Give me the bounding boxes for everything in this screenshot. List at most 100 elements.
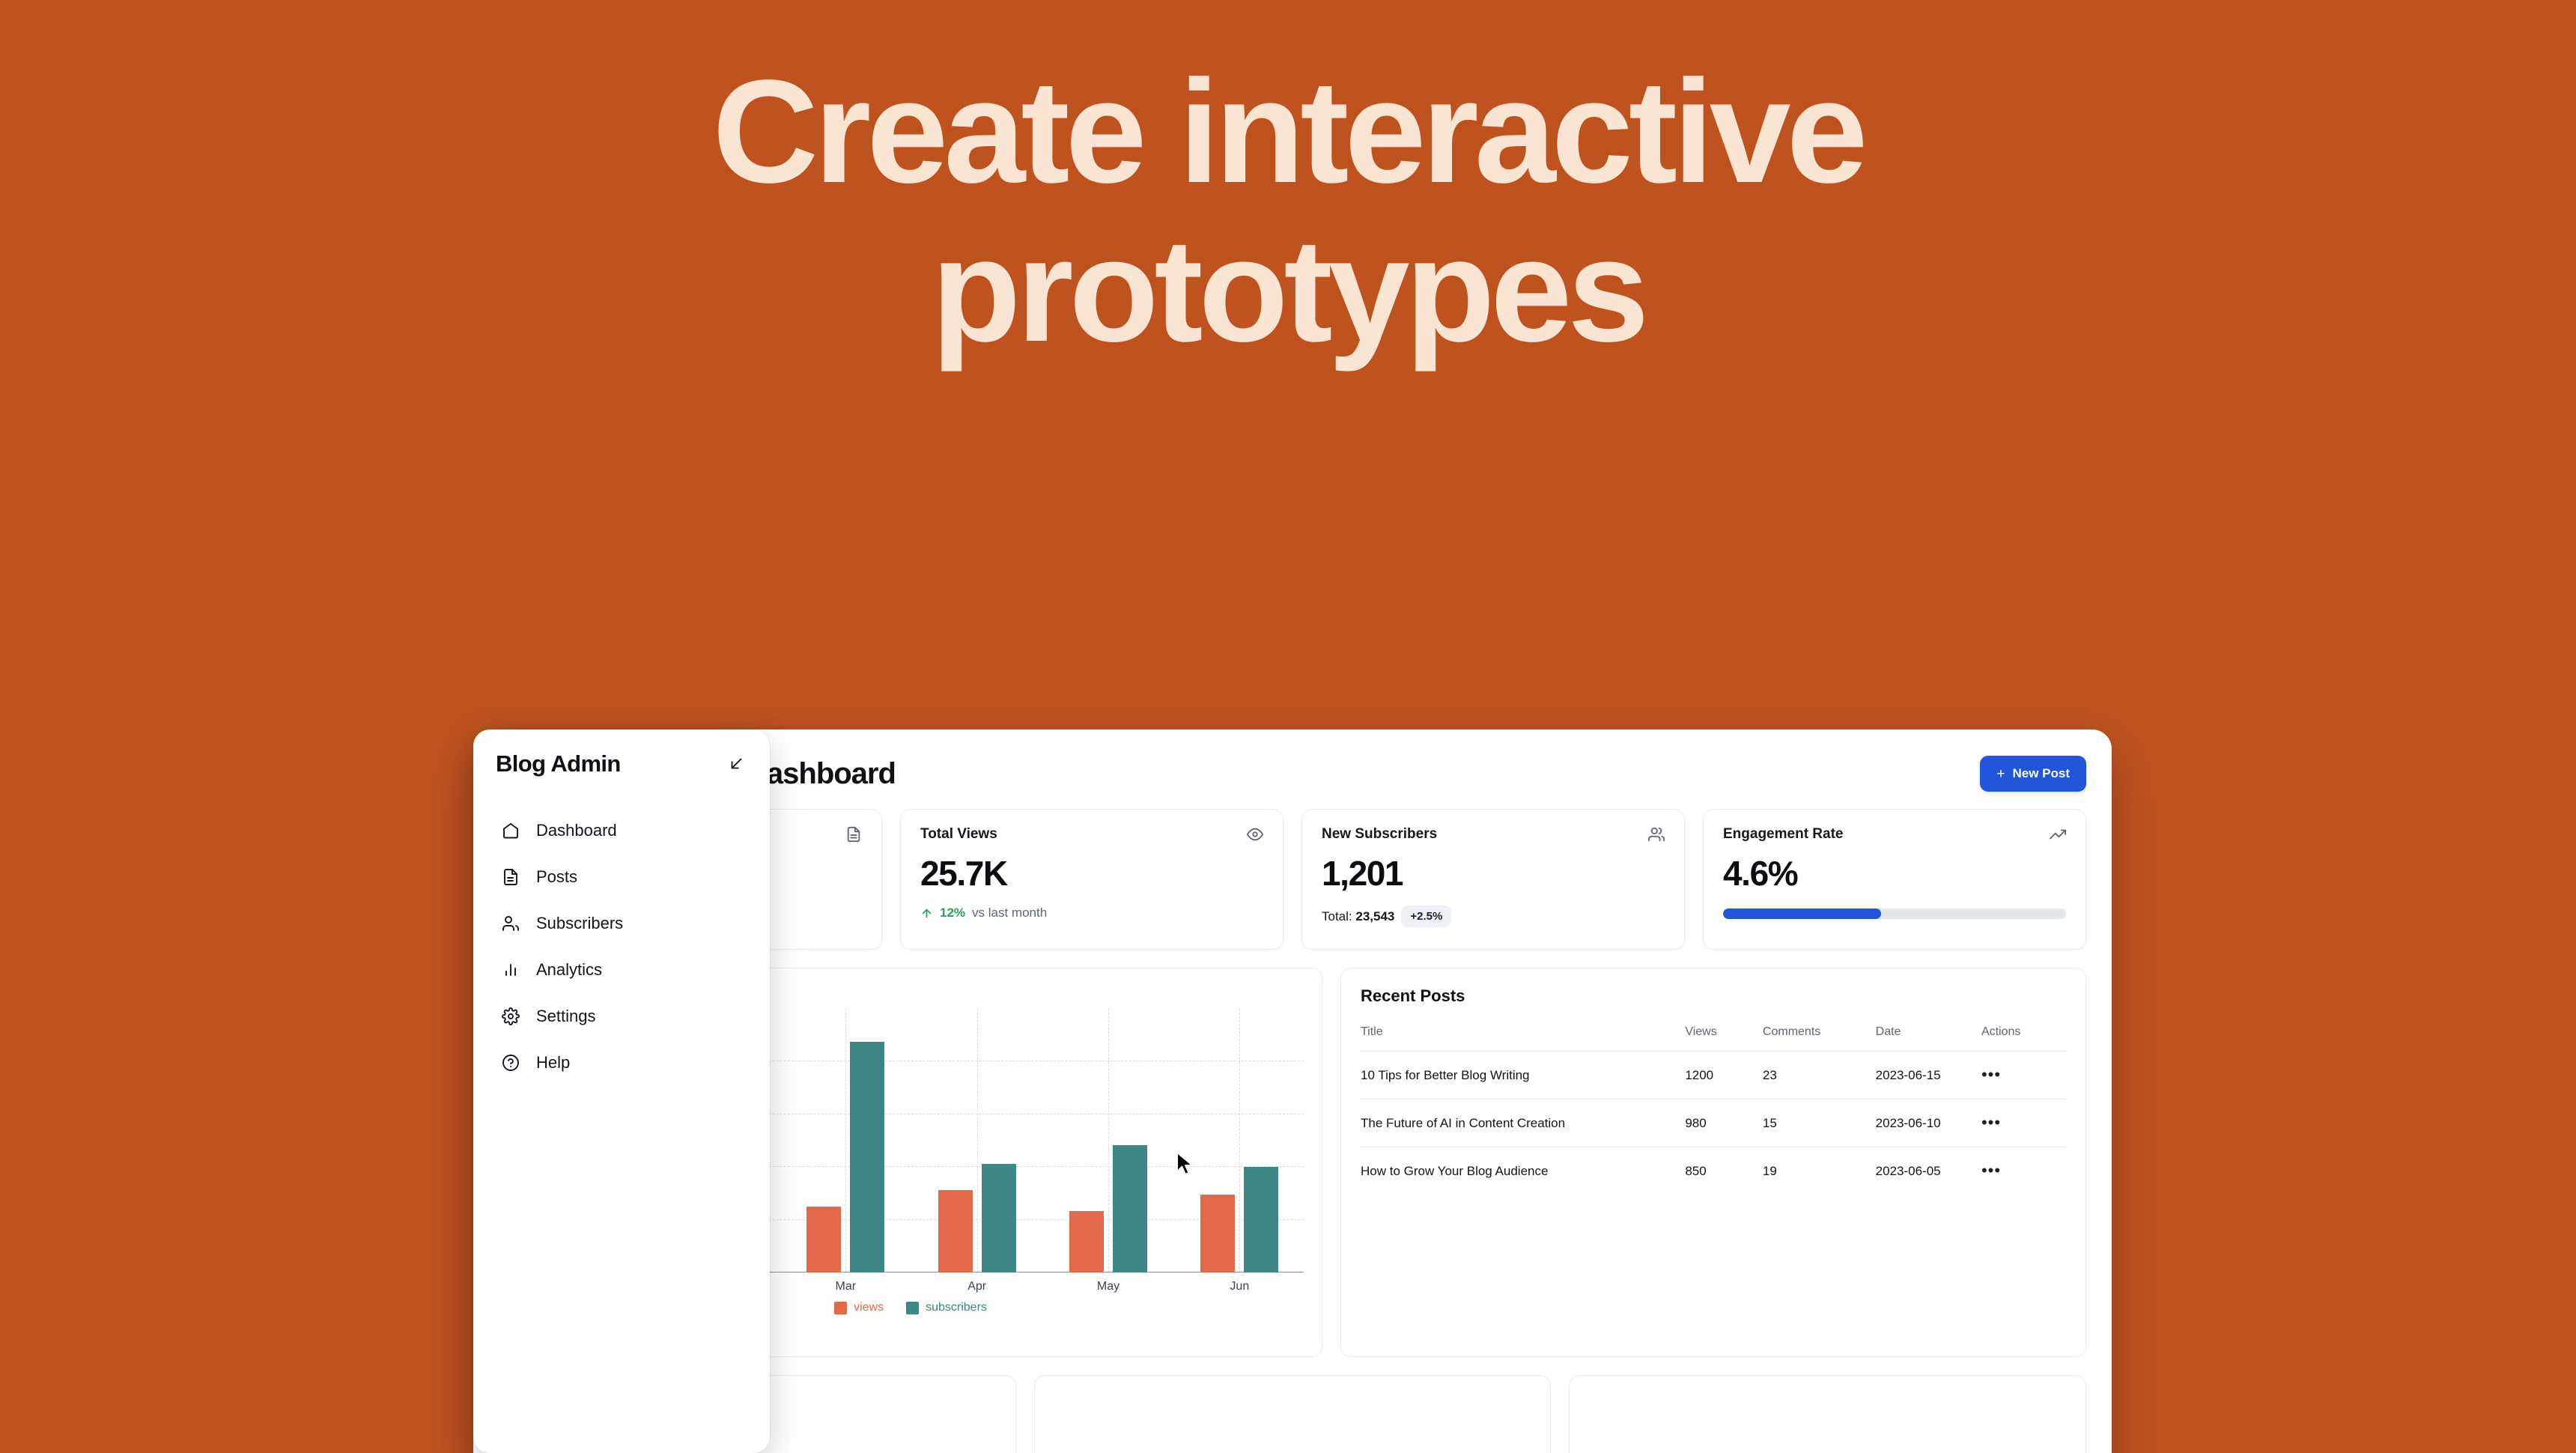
table-row[interactable]: 10 Tips for Better Blog Writing 1200 23 202… bbox=[1361, 1051, 2066, 1099]
table-header-row: Title Views Comments Date Actions bbox=[1361, 1025, 2066, 1052]
sidebar-item-dashboard[interactable]: Dashboard bbox=[502, 821, 747, 840]
plus-icon: + bbox=[1996, 765, 2005, 782]
status-badge: +2.5% bbox=[1401, 906, 1452, 927]
engagement-progress-fill bbox=[1723, 908, 1881, 919]
column-header-date: Date bbox=[1875, 1025, 1981, 1052]
column-header-views: Views bbox=[1685, 1025, 1763, 1052]
sidebar-item-label: Settings bbox=[536, 1007, 596, 1025]
collapse-arrow-icon[interactable] bbox=[725, 753, 747, 775]
chart-bar-subscribers-Apr[interactable] bbox=[981, 1164, 1016, 1272]
chart-bar-subscribers-Jun[interactable] bbox=[1244, 1166, 1279, 1272]
sidebar-item-label: Subscribers bbox=[536, 914, 624, 932]
column-header-title: Title bbox=[1361, 1025, 1686, 1052]
gear-icon bbox=[502, 1007, 521, 1025]
chart-bar-views-Apr[interactable] bbox=[938, 1190, 973, 1272]
help-circle-icon bbox=[502, 1054, 521, 1072]
bottom-card-2 bbox=[1033, 1375, 1552, 1453]
bar-chart-icon bbox=[502, 961, 521, 979]
sidebar-item-help[interactable]: Help bbox=[502, 1053, 747, 1073]
hero-line-1: Create interactive bbox=[712, 49, 1868, 213]
sidebar-item-label: Help bbox=[536, 1053, 571, 1072]
stat-card-new-subscribers: New Subscribers 1,201 Total: 23,543 +2.5… bbox=[1301, 809, 1685, 950]
legend-item-views[interactable]: views bbox=[834, 1301, 884, 1314]
sidebar-item-settings[interactable]: Settings bbox=[502, 1007, 747, 1026]
cell-post-comments: 23 bbox=[1762, 1051, 1876, 1099]
trend-percent: 12% bbox=[940, 906, 966, 920]
chart-bar-views-Jun[interactable] bbox=[1200, 1195, 1236, 1272]
sidebar-item-analytics[interactable]: Analytics bbox=[502, 960, 747, 980]
stat-label-total-views: Total Views bbox=[920, 826, 997, 842]
hero-line-2: prototypes bbox=[931, 207, 1650, 372]
row-actions-menu-icon[interactable]: ••• bbox=[1981, 1162, 2001, 1179]
stat-value-total-views: 25.7K bbox=[920, 854, 1008, 893]
row-actions-menu-icon[interactable]: ••• bbox=[1981, 1067, 2001, 1083]
sidebar-panel: Blog Admin Dashboard Posts Subscribers Anal… bbox=[473, 729, 770, 1453]
chart-bar-subscribers-Mar[interactable] bbox=[850, 1042, 885, 1272]
home-icon bbox=[502, 822, 521, 840]
sidebar-nav: Dashboard Posts Subscribers Analytics Settin… bbox=[496, 821, 747, 1073]
stat-label-new-subscribers: New Subscribers bbox=[1322, 826, 1438, 842]
cell-post-title: 10 Tips for Better Blog Writing bbox=[1361, 1051, 1686, 1099]
stat-value-engagement-rate: 4.6% bbox=[1723, 854, 1799, 893]
cell-post-actions: ••• bbox=[1981, 1099, 2066, 1147]
stat-card-total-views: Total Views 25.7K 12% vs last month bbox=[900, 809, 1284, 950]
sidebar-title: Blog Admin bbox=[496, 750, 621, 777]
sidebar-item-label: Dashboard bbox=[536, 821, 617, 840]
column-header-actions: Actions bbox=[1981, 1025, 2066, 1052]
column-header-comments: Comments bbox=[1762, 1025, 1876, 1052]
x-axis-tick-label: Jun bbox=[1230, 1280, 1250, 1293]
table-row[interactable]: The Future of AI in Content Creation 980 1… bbox=[1361, 1099, 2066, 1147]
document-icon bbox=[845, 826, 862, 843]
bottom-card-3 bbox=[1569, 1375, 2087, 1453]
cell-post-title: The Future of AI in Content Creation bbox=[1361, 1099, 1686, 1147]
trend-text: vs last month bbox=[972, 906, 1048, 920]
total-subscribers-label: Total: 23,543 bbox=[1322, 908, 1395, 923]
row-actions-menu-icon[interactable]: ••• bbox=[1981, 1114, 2001, 1131]
cell-post-date: 2023-06-05 bbox=[1875, 1163, 1941, 1178]
sidebar-item-posts[interactable]: Posts bbox=[502, 867, 747, 887]
new-post-label: New Post bbox=[2012, 766, 2070, 780]
document-icon bbox=[502, 868, 521, 886]
sidebar-item-label: Analytics bbox=[536, 960, 603, 979]
cell-post-date: 2023-06-10 bbox=[1875, 1099, 1981, 1147]
cell-post-views: 980 bbox=[1685, 1099, 1763, 1147]
hero-headline: Create interactive prototypes bbox=[0, 52, 2576, 369]
eye-icon bbox=[1247, 826, 1263, 843]
cell-post-date: 2023-06-15 bbox=[1875, 1051, 1981, 1099]
legend-label: subscribers bbox=[926, 1301, 987, 1314]
cell-post-comments: 19 bbox=[1762, 1163, 1777, 1178]
sidebar-item-label: Posts bbox=[536, 867, 578, 886]
x-axis-tick-label: Mar bbox=[835, 1280, 857, 1293]
cell-post-views: 1200 bbox=[1685, 1051, 1763, 1099]
x-axis-tick-label: Apr bbox=[967, 1280, 987, 1293]
cell-post-actions: ••• bbox=[1981, 1051, 2066, 1099]
chart-bar-views-May[interactable] bbox=[1069, 1211, 1104, 1272]
trend-up-icon bbox=[920, 907, 933, 920]
legend-item-subscribers[interactable]: subscribers bbox=[906, 1301, 987, 1314]
chart-bar-subscribers-May[interactable] bbox=[1113, 1145, 1147, 1272]
total-subscribers-value: 23,543 bbox=[1355, 908, 1395, 923]
chart-bar-views-Mar[interactable] bbox=[806, 1207, 842, 1272]
legend-swatch bbox=[906, 1301, 920, 1314]
new-post-button[interactable]: + New Post bbox=[1980, 756, 2086, 792]
users-icon bbox=[502, 914, 521, 932]
stat-card-engagement-rate: Engagement Rate 4.6% bbox=[1703, 809, 2086, 950]
table-row[interactable]: How to Grow Your Blog Audience 850 19 2023-… bbox=[1361, 1147, 2066, 1195]
users-icon bbox=[1648, 826, 1665, 843]
engagement-progress-bar bbox=[1723, 908, 2066, 919]
trending-up-icon bbox=[2050, 826, 2066, 843]
sidebar-header: Blog Admin bbox=[496, 750, 747, 777]
sidebar-item-subscribers[interactable]: Subscribers bbox=[502, 914, 747, 933]
cell-post-title: How to Grow Your Blog Audience bbox=[1361, 1163, 1549, 1178]
legend-swatch bbox=[834, 1301, 848, 1314]
recent-posts-card: Recent Posts Title Views Comments Date A… bbox=[1340, 968, 2086, 1357]
legend-label: views bbox=[854, 1301, 884, 1314]
recent-posts-title: Recent Posts bbox=[1361, 986, 1465, 1005]
stat-label-engagement-rate: Engagement Rate bbox=[1723, 826, 1844, 842]
cell-post-actions: ••• bbox=[1981, 1147, 2066, 1195]
stat-value-new-subscribers: 1,201 bbox=[1322, 854, 1404, 893]
cell-post-views: 850 bbox=[1685, 1163, 1707, 1178]
recent-posts-table: Title Views Comments Date Actions 10 Tip… bbox=[1361, 1025, 2066, 1195]
cell-post-comments: 15 bbox=[1762, 1099, 1876, 1147]
x-axis-tick-label: May bbox=[1096, 1280, 1120, 1293]
